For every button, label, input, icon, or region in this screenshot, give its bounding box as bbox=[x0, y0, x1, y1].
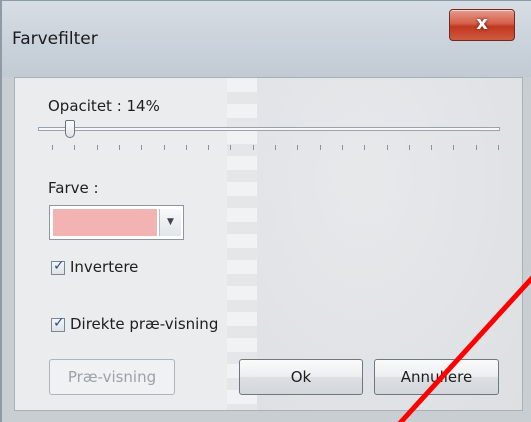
invert-label[interactable]: Invertere bbox=[70, 258, 138, 276]
color-label: Farve : bbox=[48, 179, 99, 197]
slider-tick bbox=[208, 145, 209, 150]
dialog-window: Farvefilter x Opacitet : 14% Farve : ▼ ✓… bbox=[0, 0, 531, 422]
slider-tick bbox=[119, 145, 120, 150]
preview-button[interactable]: Præ-visning bbox=[49, 359, 175, 395]
slider-tick bbox=[253, 145, 254, 150]
slider-tick bbox=[431, 145, 432, 150]
title-bar[interactable]: Farvefilter x bbox=[2, 1, 531, 77]
opacity-label: Opacitet : 14% bbox=[48, 97, 160, 115]
live-preview-label[interactable]: Direkte præ-visning bbox=[70, 315, 218, 333]
opacity-slider-thumb[interactable] bbox=[65, 120, 76, 138]
color-swatch bbox=[53, 209, 157, 236]
opacity-slider-track[interactable] bbox=[38, 127, 500, 131]
slider-tick bbox=[453, 145, 454, 150]
window-title: Farvefilter bbox=[12, 29, 98, 49]
slider-tick bbox=[476, 145, 477, 150]
invert-checkbox[interactable]: ✓ bbox=[51, 258, 65, 275]
slider-tick bbox=[74, 145, 75, 150]
slider-tick bbox=[230, 145, 231, 150]
slider-tick bbox=[275, 145, 276, 150]
slider-tick bbox=[52, 145, 53, 150]
check-icon: ✓ bbox=[53, 315, 65, 331]
slider-tick bbox=[409, 145, 410, 150]
close-icon: x bbox=[476, 13, 488, 34]
color-picker-combo[interactable]: ▼ bbox=[49, 205, 184, 240]
dropdown-arrow-icon[interactable]: ▼ bbox=[159, 209, 181, 236]
slider-tick bbox=[97, 145, 98, 150]
slider-tick bbox=[320, 145, 321, 150]
slider-tick bbox=[141, 145, 142, 150]
slider-tick bbox=[297, 145, 298, 150]
opacity-slider-ticks bbox=[52, 145, 502, 151]
slider-tick bbox=[342, 145, 343, 150]
slider-tick bbox=[186, 145, 187, 150]
check-icon: ✓ bbox=[53, 258, 65, 274]
live-preview-checkbox[interactable]: ✓ bbox=[51, 315, 65, 332]
slider-tick bbox=[364, 145, 365, 150]
slider-tick bbox=[387, 145, 388, 150]
slider-tick bbox=[498, 145, 499, 150]
close-button[interactable]: x bbox=[449, 9, 515, 41]
cancel-button[interactable]: Annullere bbox=[374, 359, 499, 395]
ok-button[interactable]: Ok bbox=[239, 359, 363, 395]
slider-tick bbox=[164, 145, 165, 150]
